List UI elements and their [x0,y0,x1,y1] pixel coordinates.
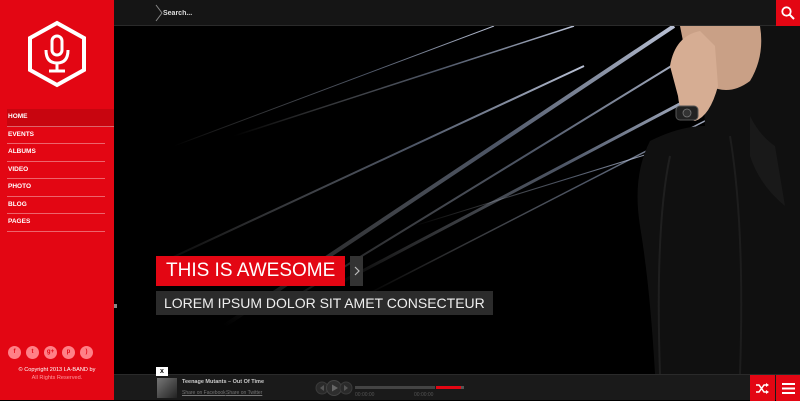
shuffle-button[interactable] [750,375,775,401]
music-player: x Teenage Mutants – Out Of Time Share on… [114,367,800,401]
twitter-icon[interactable]: t [26,346,39,359]
playback-controls [315,380,353,396]
volume-slider[interactable] [436,386,461,389]
progress-bar[interactable] [355,386,435,389]
hero-slider: THIS IS AWESOME LOREM IPSUM DOLOR SIT AM… [114,26,800,374]
sidebar-toggle-handle[interactable] [114,304,117,308]
hero-subtitle-box: LOREM IPSUM DOLOR SIT AMET CONSECTEUR [156,291,493,315]
sidebar: HOME EVENTS ALBUMS VIDEO PHOTO BLOG PAGE… [0,0,120,400]
volume-rest [461,386,464,389]
hero-title: THIS IS AWESOME [166,260,336,281]
google-plus-icon[interactable]: g+ [44,346,57,359]
album-art [157,378,177,398]
rss-icon[interactable]: ) [80,346,93,359]
hamburger-menu-icon [781,382,795,394]
track-title: Teenage Mutants – Out Of Time [182,379,265,385]
menu-button[interactable] [776,375,800,401]
nav-item-blog[interactable]: BLOG [7,197,105,214]
share-facebook-link[interactable]: Share on Facebook [182,390,226,396]
logo-microphone-icon[interactable] [27,20,87,88]
nav-item-pages[interactable]: PAGES [7,214,105,232]
search-button[interactable] [776,0,800,26]
search-input[interactable] [163,6,463,20]
hero-title-box: THIS IS AWESOME [156,256,346,286]
time-total: 00:00:00 [414,392,434,398]
time-current: 00:00:00 [355,392,375,398]
pinterest-icon[interactable]: p [62,346,75,359]
social-links: f t g+ p ) [8,346,93,359]
copyright-line1: © Copyright 2013 LA-BAND by [18,367,96,373]
nav-item-home[interactable]: HOME [7,109,120,127]
slider-next-button[interactable] [350,256,363,286]
hero-subtitle: LOREM IPSUM DOLOR SIT AMET CONSECTEUR [164,295,485,311]
facebook-icon[interactable]: f [8,346,21,359]
close-player-button[interactable]: x [156,367,168,376]
search-icon [781,6,795,20]
copyright-line2: All Rights Reserved. [31,375,83,381]
share-twitter-link[interactable]: Share on Twitter [226,390,262,396]
artist-photo [637,26,800,374]
nav-item-photo[interactable]: PHOTO [7,179,105,197]
chevron-right-icon [354,266,360,276]
nav-item-video[interactable]: VIDEO [7,162,105,179]
main-nav: HOME EVENTS ALBUMS VIDEO PHOTO BLOG PAGE… [0,109,120,232]
shuffle-icon [756,382,769,394]
nav-item-events[interactable]: EVENTS [7,127,105,144]
nav-item-albums[interactable]: ALBUMS [7,144,105,162]
copyright: © Copyright 2013 LA-BAND by All Rights R… [0,366,114,382]
topbar [114,0,800,26]
